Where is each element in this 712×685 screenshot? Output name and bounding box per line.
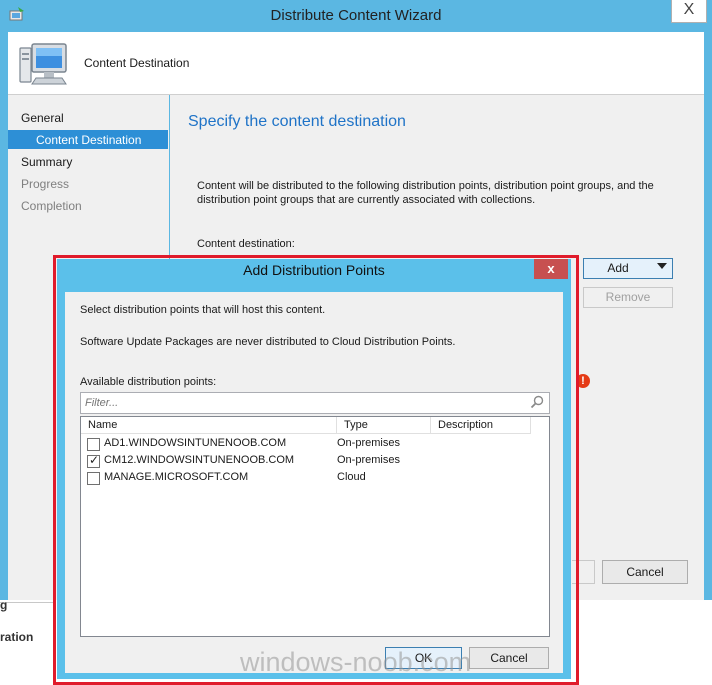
nav-item-completion: Completion <box>21 199 82 213</box>
column-header-description[interactable]: Description <box>431 417 531 434</box>
filter-box[interactable] <box>80 392 550 414</box>
row-type: On-premises <box>337 454 400 466</box>
wizard-title: Distribute Content Wizard <box>270 7 442 24</box>
cancel-button[interactable]: Cancel <box>469 647 549 669</box>
row-type: On-premises <box>337 437 400 449</box>
distribution-points-list[interactable]: Name Type Description AD1.WINDOWSINTUNEN… <box>80 416 550 637</box>
available-points-label: Available distribution points: <box>80 376 217 388</box>
row-checkbox[interactable] <box>87 472 100 485</box>
nav-item-general[interactable]: General <box>21 111 64 125</box>
page-title: Specify the content destination <box>188 113 406 130</box>
list-item[interactable]: AD1.WINDOWSINTUNENOOB.COM On-premises <box>81 435 549 452</box>
computer-icon <box>19 43 67 85</box>
add-button-label: Add <box>607 261 629 275</box>
list-item[interactable]: MANAGE.MICROSOFT.COM Cloud <box>81 469 549 486</box>
filter-input[interactable] <box>85 395 525 411</box>
nav-item-progress: Progress <box>21 177 70 191</box>
content-destination-label: Content destination: <box>197 238 295 250</box>
search-icon[interactable] <box>530 395 544 409</box>
wizard-header-label: Content Destination <box>84 56 190 70</box>
column-header-name[interactable]: Name <box>81 417 337 434</box>
background-text-fragment: g <box>0 598 8 612</box>
dialog-title: Add Distribution Points <box>243 262 385 278</box>
wizard-header: Content Destination <box>8 32 704 95</box>
row-name: AD1.WINDOWSINTUNENOOB.COM <box>104 437 287 449</box>
nav-item-summary[interactable]: Summary <box>21 155 72 169</box>
watermark: windows-noob.com <box>240 647 472 677</box>
nav-item-content-destination[interactable]: Content Destination <box>36 133 141 147</box>
dialog-instruction: Select distribution points that will hos… <box>80 304 326 316</box>
wizard-cancel-button[interactable]: Cancel <box>602 560 688 584</box>
content-description: Content will be distributed to the follo… <box>197 180 654 206</box>
background-text-fragment: ration <box>0 630 34 644</box>
row-name: CM12.WINDOWSINTUNENOOB.COM <box>104 454 295 466</box>
remove-button[interactable]: Remove <box>583 287 673 308</box>
background-divider <box>0 602 55 603</box>
dialog-close-button[interactable]: x <box>534 259 568 279</box>
row-checkbox[interactable] <box>87 438 100 451</box>
column-header-type[interactable]: Type <box>337 417 431 434</box>
row-checkbox[interactable]: ✓ <box>87 453 100 468</box>
dropdown-arrow-icon[interactable] <box>657 263 667 269</box>
row-type: Cloud <box>337 471 366 483</box>
checkmark-icon: ✓ <box>89 453 100 467</box>
wizard-close-button[interactable]: X <box>671 0 707 23</box>
dialog-note: Software Update Packages are never distr… <box>80 336 456 348</box>
wizard-app-icon <box>9 7 24 21</box>
row-name: MANAGE.MICROSOFT.COM <box>104 471 249 483</box>
list-item[interactable]: ✓ CM12.WINDOWSINTUNENOOB.COM On-premises <box>81 452 549 469</box>
